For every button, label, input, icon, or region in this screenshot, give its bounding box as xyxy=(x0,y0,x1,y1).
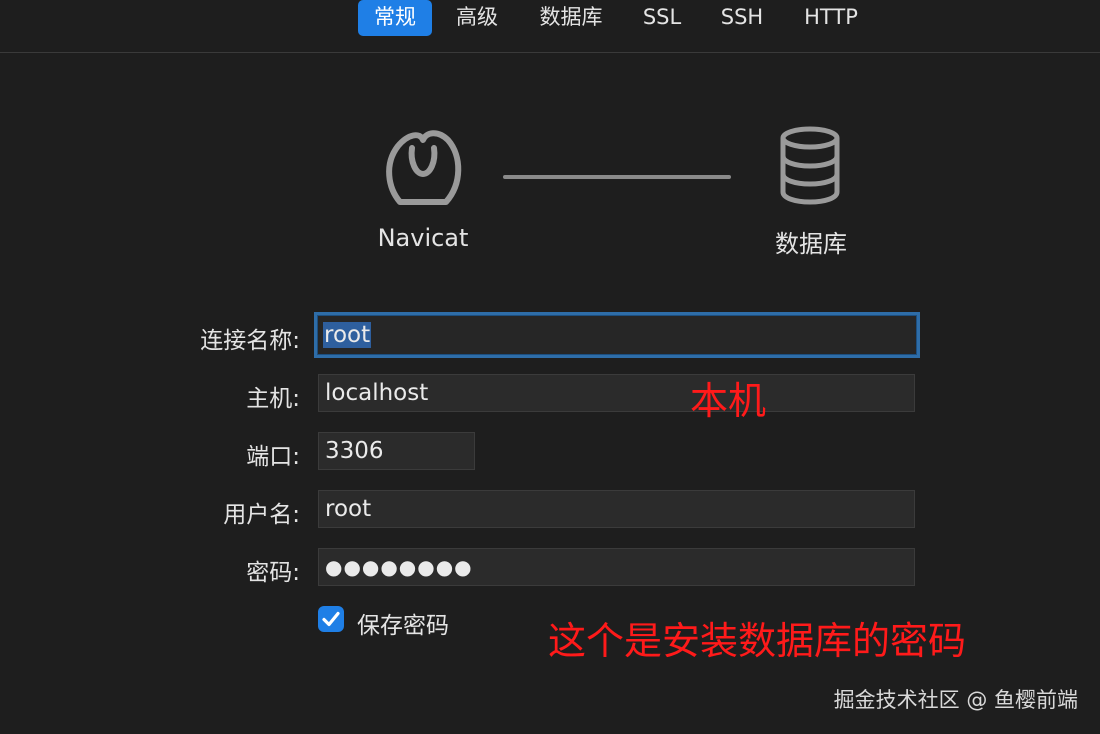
password-input[interactable]: ●●●●●●●● xyxy=(318,548,915,586)
host-label: 主机: xyxy=(246,386,300,412)
password-annotation: 这个是安装数据库的密码 xyxy=(548,619,967,663)
connection-name-value: root xyxy=(323,322,372,348)
navicat-logo-icon xyxy=(380,122,466,208)
connection-name-label: 连接名称: xyxy=(200,328,300,354)
watermark: 掘金技术社区 @ 鱼樱前端 xyxy=(833,688,1078,712)
save-password-checkbox[interactable] xyxy=(318,606,344,632)
port-input[interactable]: 3306 xyxy=(318,432,475,470)
tab-http[interactable]: HTTP xyxy=(792,0,870,36)
connection-line xyxy=(503,175,731,179)
database-icon xyxy=(778,126,842,206)
tab-database[interactable]: 数据库 xyxy=(528,0,614,36)
tab-ssl[interactable]: SSL xyxy=(630,0,694,36)
connection-name-input[interactable]: root xyxy=(314,312,920,358)
password-label: 密码: xyxy=(246,560,300,586)
save-password-label: 保存密码 xyxy=(357,613,449,639)
database-caption: 数据库 xyxy=(775,230,847,258)
username-label: 用户名: xyxy=(223,502,300,528)
username-input[interactable]: root xyxy=(318,490,915,528)
host-annotation: 本机 xyxy=(690,379,767,423)
host-input[interactable]: localhost xyxy=(318,374,915,412)
port-label: 端口: xyxy=(246,444,300,470)
tab-advanced[interactable]: 高级 xyxy=(442,0,512,36)
tab-ssh[interactable]: SSH xyxy=(710,0,774,36)
tab-general[interactable]: 常规 xyxy=(358,0,432,36)
navicat-caption: Navicat xyxy=(377,224,469,252)
checkmark-icon xyxy=(322,611,340,627)
tab-bar: 常规 高级 数据库 SSL SSH HTTP xyxy=(0,0,1100,53)
